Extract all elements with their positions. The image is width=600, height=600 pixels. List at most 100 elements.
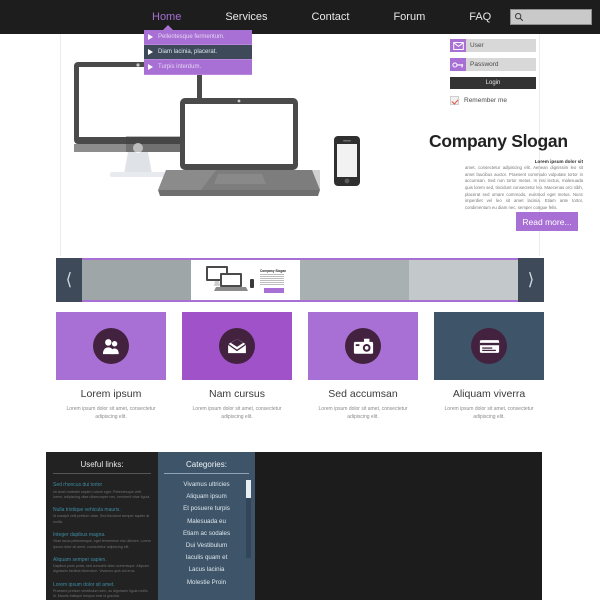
nav-item-faq[interactable]: FAQ (447, 0, 513, 34)
card-4-title: Aliquam viverra (452, 388, 526, 400)
footer-link-4-title: Aliquam semper sapien. (53, 556, 107, 563)
footer-link-2-desc: Id suscipit velit pretium vitae. Sed tin… (53, 514, 150, 524)
card-1-desc: Lorem ipsum dolor sit amet, consectetur … (66, 406, 156, 420)
category-item-3[interactable]: Et posuere turpis (164, 505, 249, 512)
feature-card-3[interactable]: Sed accumsan Lorem ipsum dolor sit amet,… (308, 312, 418, 437)
devices-illustration (74, 62, 360, 196)
category-item-5[interactable]: Etiam ac sodales (164, 530, 249, 537)
read-more-button[interactable]: Read more... (516, 212, 578, 231)
search-input[interactable] (524, 12, 586, 22)
login-form: User Password Login Remember me (450, 39, 536, 105)
carousel-slide-4[interactable] (409, 260, 518, 300)
footer-link-3-desc: Vitae lacus pellentesque, eget fermentum… (53, 539, 151, 549)
category-item-9[interactable]: Molestie Proin (164, 579, 249, 586)
remember-me-checkbox[interactable] (450, 96, 459, 105)
carousel-prev-button[interactable]: ⟨ (56, 258, 82, 302)
categories-scrollbar-thumb[interactable] (246, 480, 251, 498)
triangle-bullet-icon (148, 64, 153, 70)
users-icon (102, 339, 119, 355)
useful-links-heading: Useful links: (53, 460, 151, 474)
hero-slogan: Company Slogan (429, 131, 568, 151)
footer-link-5-title: Lorem ipsum dolor sit amet. (53, 581, 115, 588)
user-field[interactable]: User (466, 39, 536, 52)
carousel: ⟨ Company Slogan ⟩ (56, 258, 544, 302)
card-1-header (56, 312, 166, 380)
hero-lead: Lorem ipsum dolor sit (534, 159, 583, 164)
category-item-1[interactable]: Vivamus ultricies (164, 481, 249, 488)
category-item-8[interactable]: Lacus lacinia (164, 566, 249, 573)
card-2-title: Nam cursus (208, 388, 265, 400)
footer-link-1-desc: sit amet molestie sapien rutrum eget. Pe… (53, 489, 151, 499)
footer-link-5-desc: Praesent pretium vestibulum sem, ac dign… (53, 589, 148, 599)
card-3-desc: Lorem ipsum dolor sit amet, consectetur … (318, 406, 408, 420)
triangle-bullet-icon (148, 34, 153, 40)
carousel-thumbnail-preview: Company Slogan (205, 266, 286, 293)
feature-card-4[interactable]: Aliquam viverra Lorem ipsum dolor sit am… (434, 312, 544, 437)
carousel-next-button[interactable]: ⟩ (518, 258, 544, 302)
footer-link-1-title: Sed rhoncus dui tortor (53, 482, 103, 488)
category-item-7[interactable]: Iaculis quam et (164, 554, 249, 561)
card-3-body: Sed accumsan Lorem ipsum dolor sit amet,… (308, 380, 418, 421)
footer-link-4[interactable]: Aliquam semper sapien. Dapibus justo por… (53, 557, 151, 575)
remember-me-row[interactable]: Remember me (450, 96, 536, 105)
footer-link-2-title: Nulla tristique vehicula mauris. (53, 506, 121, 513)
envelope-icon (450, 39, 466, 52)
main-nav: Home Services Contact Forum FAQ (130, 0, 513, 34)
card-2-header (182, 312, 292, 380)
login-button[interactable]: Login (450, 77, 536, 89)
carousel-track: Company Slogan (82, 260, 518, 300)
carousel-slide-2-featured[interactable]: Company Slogan (191, 260, 300, 300)
dropdown-caret-icon (162, 25, 174, 31)
triangle-bullet-icon (148, 49, 153, 55)
card-2-body: Nam cursus Lorem ipsum dolor sit amet, c… (182, 380, 292, 421)
camera-icon (353, 338, 373, 354)
svg-text:Company Slogan: Company Slogan (260, 269, 286, 273)
dropdown-item-1[interactable]: Pellentesque fermentum. (144, 30, 252, 45)
dropdown-item-2[interactable]: Diam lacinia, placerat. (144, 45, 252, 60)
nav-item-services[interactable]: Services (203, 0, 289, 34)
footer-link-3[interactable]: Integer dapibus magna. Vitae lacus pelle… (53, 532, 151, 550)
card-1-body: Lorem ipsum Lorem ipsum dolor sit amet, … (56, 380, 166, 421)
feature-cards: Lorem ipsum Lorem ipsum dolor sit amet, … (56, 312, 544, 437)
nav-item-contact[interactable]: Contact (290, 0, 372, 34)
login-password-row: Password (450, 58, 536, 71)
footer-link-1[interactable]: Sed rhoncus dui tortor sit amet molestie… (53, 482, 151, 500)
dropdown-item-3[interactable]: Turpis interdum. (144, 60, 252, 75)
mail-open-icon (227, 338, 247, 354)
footer-link-4-desc: Dapibus justo porta, sed convallis diam … (53, 564, 150, 574)
key-icon (450, 58, 466, 71)
card-4-icon-circle (471, 328, 507, 364)
card-2-desc: Lorem ipsum dolor sit amet, consectetur … (192, 406, 282, 420)
category-item-4[interactable]: Malesuada eu (164, 518, 249, 525)
carousel-slide-1[interactable] (82, 260, 191, 300)
footer: Useful links: Sed rhoncus dui tortor sit… (46, 452, 542, 600)
footer-useful-links: Useful links: Sed rhoncus dui tortor sit… (46, 452, 158, 600)
footer-link-2[interactable]: Nulla tristique vehicula mauris. Id susc… (53, 507, 151, 525)
categories-scrollbar[interactable] (246, 480, 251, 558)
carousel-slide-3[interactable] (300, 260, 409, 300)
hero-paragraph: amet, consectetur adipiscing elit. Aenea… (465, 165, 583, 210)
categories-heading: Categories: (164, 460, 249, 474)
card-3-header (308, 312, 418, 380)
nav-item-forum[interactable]: Forum (371, 0, 447, 34)
category-item-6[interactable]: Dui Vestibulum (164, 542, 249, 549)
category-item-2[interactable]: Aliquam ipsum (164, 493, 249, 500)
card-3-title: Sed accumsan (328, 388, 398, 400)
feature-card-1[interactable]: Lorem ipsum Lorem ipsum dolor sit amet, … (56, 312, 166, 437)
nav-dropdown-menu: Pellentesque fermentum. Diam lacinia, pl… (144, 25, 252, 75)
dropdown-item-3-label: Turpis interdum. (158, 64, 202, 70)
card-1-title: Lorem ipsum (80, 388, 142, 400)
card-2-icon-circle (219, 328, 255, 364)
password-field[interactable]: Password (466, 58, 536, 71)
card-4-header (434, 312, 544, 380)
search-icon (514, 12, 524, 22)
search-box[interactable] (510, 9, 592, 25)
top-navigation-bar: Home Services Contact Forum FAQ (0, 0, 600, 34)
card-4-body: Aliquam viverra Lorem ipsum dolor sit am… (434, 380, 544, 421)
login-user-row: User (450, 39, 536, 52)
footer-categories: Categories: Vivamus ultricies Aliquam ip… (158, 452, 255, 600)
footer-link-5[interactable]: Lorem ipsum dolor sit amet. Praesent pre… (53, 582, 151, 600)
dropdown-item-2-label: Diam lacinia, placerat. (158, 49, 218, 55)
feature-card-2[interactable]: Nam cursus Lorem ipsum dolor sit amet, c… (182, 312, 292, 437)
card-1-icon-circle (93, 328, 129, 364)
